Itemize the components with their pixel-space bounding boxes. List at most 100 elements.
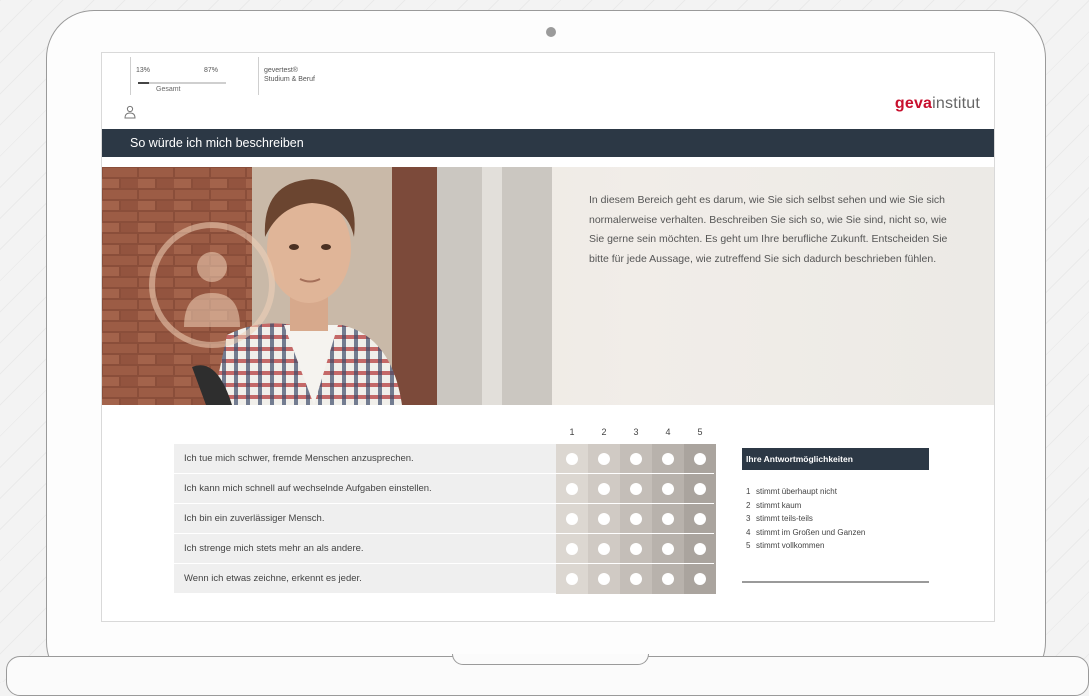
answer-cell [556,564,588,594]
scale-number: 4 [665,427,671,437]
question-row: Ich strenge mich stets mehr an als ander… [174,533,716,564]
answer-cell [620,504,652,534]
camera-icon [546,27,556,37]
answer-radio[interactable] [566,543,578,555]
answer-radio[interactable] [662,513,674,525]
legend-divider [742,581,929,583]
answer-radio[interactable] [694,543,706,555]
answer-cell [620,564,652,594]
answer-radio[interactable] [662,543,674,555]
progress-bar-fill [138,82,150,84]
progress-bar [138,82,226,84]
answer-radio[interactable] [630,513,642,525]
intro-text: In diesem Bereich geht es darum, wie Sie… [589,194,948,265]
answer-cell [684,564,716,594]
question-text: Ich bin ein zuverlässiger Mensch. [184,513,325,524]
answer-radio[interactable] [598,513,610,525]
answer-cell [684,504,716,534]
intro-panel: In diesem Bereich geht es darum, wie Sie… [102,167,994,405]
legend-label: stimmt im Großen und Ganzen [756,527,866,537]
answer-radio[interactable] [630,543,642,555]
legend-header: Ihre Antwortmöglichkeiten [742,448,929,470]
question-text: Ich strenge mich stets mehr an als ander… [184,543,364,554]
answer-cell [556,474,588,504]
section-title: So würde ich mich beschreiben [130,136,304,150]
test-subtitle: Studium & Beruf [264,76,315,83]
screen: 13% 87% Gesamt gevertest® Studium & Beru… [101,52,995,622]
legend-item: 4 stimmt im Großen und Ganzen [746,526,865,540]
header: 13% 87% Gesamt gevertest® Studium & Beru… [102,53,994,129]
answer-cell [684,474,716,504]
answer-radio[interactable] [662,453,674,465]
progress-label: Gesamt [156,86,181,93]
hero-photo [102,167,552,405]
legend-label: stimmt kaum [756,500,802,510]
answer-cell [684,534,716,564]
scale-number: 3 [633,427,639,437]
answer-cell [652,534,684,564]
divider [130,57,131,95]
legend-item: 1 stimmt überhaupt nicht [746,485,865,499]
legend-number: 1 [746,487,751,496]
scale-number: 5 [697,427,703,437]
answer-radio[interactable] [598,543,610,555]
answer-radio[interactable] [662,483,674,495]
progress-start-label: 13% [136,67,151,74]
question-row: Ich bin ein zuverlässiger Mensch. [174,503,716,534]
answer-cell [588,534,620,564]
question-text: Ich kann mich schnell auf wechselnde Auf… [184,483,432,494]
answer-radio[interactable] [694,573,706,585]
answer-radio[interactable] [694,513,706,525]
laptop-notch [452,654,649,665]
answer-radio[interactable] [630,573,642,585]
legend-item: 2 stimmt kaum [746,499,865,513]
answer-cell [652,444,684,474]
answer-radio[interactable] [630,453,642,465]
answer-cell [620,444,652,474]
progress-end-label: 87% [204,67,219,74]
answer-radio[interactable] [566,483,578,495]
answer-radio[interactable] [694,483,706,495]
answer-cell [684,444,716,474]
answer-radio[interactable] [662,573,674,585]
legend-label: stimmt vollkommen [756,541,825,550]
answer-cell [556,444,588,474]
legend-list: 1 stimmt überhaupt nicht 2 stimmt kaum 3 stim… [746,485,865,553]
answer-cell [588,504,620,534]
legend-label: stimmt teils-teils [756,514,813,523]
question-text: Ich tue mich schwer, fremde Menschen anz… [184,453,414,464]
answer-radio[interactable] [598,573,610,585]
user-icon[interactable] [124,105,136,119]
question-row: Ich tue mich schwer, fremde Menschen anz… [174,443,716,474]
answer-cell [556,504,588,534]
answer-cell [620,474,652,504]
answer-radio[interactable] [630,483,642,495]
answer-cell [652,504,684,534]
legend-item: 3 stimmt teils-teils [746,512,865,526]
legend-number: 4 [746,527,751,537]
legend-title: Ihre Antwortmöglichkeiten [746,454,853,464]
question-text: Wenn ich etwas zeichne, erkennt es jeder… [184,573,362,584]
answer-cell [556,534,588,564]
test-title: gevertest® Studium & Beruf [264,66,315,84]
answer-cell [588,444,620,474]
answer-cell [588,564,620,594]
answer-radio[interactable] [566,453,578,465]
scale-number: 2 [601,427,607,437]
legend-number: 2 [746,500,751,510]
section-title-bar: So würde ich mich beschreiben [102,129,994,157]
answer-radio[interactable] [566,513,578,525]
answer-radio[interactable] [598,483,610,495]
answer-cell [588,474,620,504]
answer-cell [652,564,684,594]
divider [258,57,259,95]
answer-radio[interactable] [566,573,578,585]
legend-number: 3 [746,514,751,523]
legend-number: 5 [746,541,751,550]
legend-label: stimmt überhaupt nicht [756,487,837,496]
scale-number: 1 [569,427,575,437]
question-row: Wenn ich etwas zeichne, erkennt es jeder… [174,563,716,594]
answer-cell [620,534,652,564]
answer-radio[interactable] [694,453,706,465]
answer-radio[interactable] [598,453,610,465]
